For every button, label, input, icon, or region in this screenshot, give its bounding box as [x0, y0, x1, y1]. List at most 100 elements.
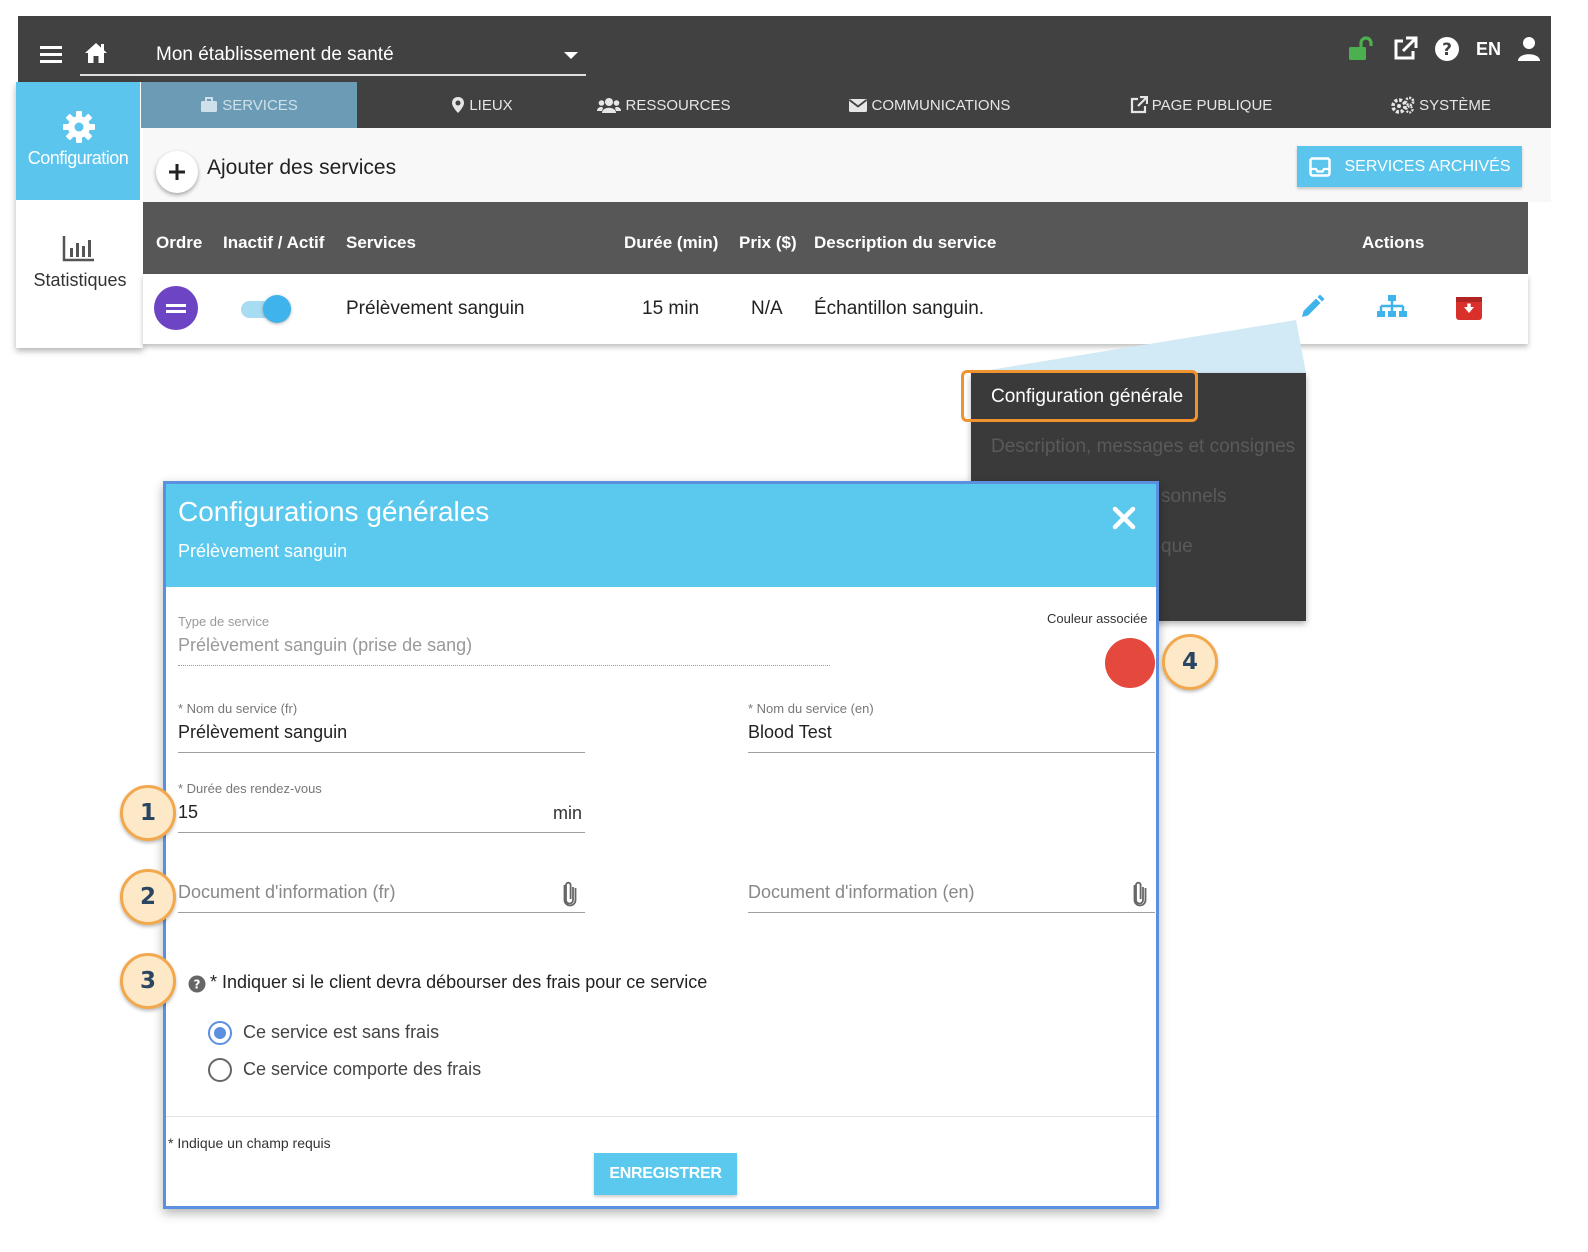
general-config-dialog: Configurations générales Prélèvement san… [163, 481, 1159, 1209]
header-description: Description du service [814, 233, 997, 252]
tab-ressources[interactable]: RESSOURCES [574, 82, 754, 128]
paperclip-icon[interactable] [562, 880, 578, 913]
question-circle-icon[interactable]: ? [188, 975, 206, 998]
gear-icon [62, 110, 96, 149]
tab-label: SERVICES [222, 96, 298, 114]
svg-text:?: ? [1442, 40, 1452, 60]
step-badge-1: 1 [120, 785, 176, 841]
services-table-header: Ordre Inactif / Actif Services Durée (mi… [143, 202, 1528, 274]
doc-en-underline [748, 912, 1155, 913]
chevron-down-icon [564, 52, 578, 59]
menu-item-personnels[interactable]: sonnels [1161, 486, 1227, 508]
name-fr-input[interactable]: Prélèvement sanguin [178, 722, 347, 743]
plus-icon [169, 164, 185, 180]
envelope-icon [848, 98, 867, 112]
color-label: Couleur associée [1047, 611, 1148, 626]
step-badge-2: 2 [120, 869, 176, 925]
tab-label: RESSOURCES [625, 96, 731, 114]
price-cell: N/A [751, 298, 783, 319]
paperclip-icon[interactable] [1132, 880, 1148, 913]
tab-systeme[interactable]: SYSTÈME [1351, 82, 1531, 128]
side-item-configuration[interactable]: Configuration [16, 82, 140, 200]
users-icon [597, 98, 622, 113]
duration-label: * Durée des rendez-vous [178, 781, 322, 796]
radio-sans-frais-label[interactable]: Ce service est sans frais [243, 1022, 439, 1043]
facility-name: Mon établissement de santé [156, 44, 394, 65]
tab-lieux[interactable]: LIEUX [357, 82, 607, 128]
header-duree: Durée (min) [624, 233, 719, 252]
header-actif: Inactif / Actif [223, 233, 325, 252]
service-type-label: Type de service [178, 614, 270, 629]
name-en-input[interactable]: Blood Test [748, 722, 832, 743]
name-fr-label: * Nom du service (fr) [178, 701, 298, 716]
tab-page-publique[interactable]: PAGE PUBLIQUE [1101, 82, 1301, 128]
map-marker-icon [452, 97, 465, 113]
tab-label: SYSTÈME [1419, 96, 1491, 114]
dialog-subtitle: Prélèvement sanguin [178, 541, 348, 561]
external-link-icon [1130, 96, 1148, 114]
active-toggle[interactable] [241, 295, 291, 323]
add-services-label: Ajouter des services [207, 156, 397, 179]
language-switch[interactable]: EN [1476, 39, 1501, 60]
doc-fr-input[interactable]: Document d'information (fr) [178, 882, 396, 903]
services-toolbar: Ajouter des services SERVICES ARCHIVÉS [143, 128, 1551, 202]
duration-underline [178, 832, 585, 833]
archived-services-button[interactable]: SERVICES ARCHIVÉS [1297, 146, 1522, 187]
dialog-title: Configurations générales [178, 496, 490, 527]
duration-cell: 15 min [642, 298, 700, 319]
radio-avec-frais-label[interactable]: Ce service comporte des frais [243, 1059, 481, 1080]
facility-select[interactable]: Mon établissement de santé [80, 34, 586, 76]
tab-services[interactable]: SERVICES [141, 82, 357, 128]
menu-item-description[interactable]: Description, messages et consignes [991, 436, 1295, 458]
menu-item-publique[interactable]: que [1161, 536, 1193, 558]
external-link-icon[interactable] [1392, 36, 1418, 62]
name-fr-underline [178, 752, 585, 753]
doc-fr-underline [178, 912, 585, 913]
side-item-label: Statistiques [33, 270, 127, 290]
user-icon[interactable] [1517, 36, 1541, 62]
side-panel: Configuration Statistiques [16, 82, 143, 348]
color-picker[interactable] [1105, 638, 1155, 688]
dialog-divider [166, 1116, 1156, 1117]
gears-icon [1391, 96, 1415, 114]
service-type-value: Prélèvement sanguin (prise de sang) [178, 635, 473, 655]
tab-communications[interactable]: COMMUNICATIONS [821, 82, 1037, 128]
hamburger-menu-icon[interactable] [40, 46, 62, 63]
header-actions: Actions [1362, 233, 1425, 252]
tab-label: LIEUX [469, 96, 513, 114]
duration-unit: min [553, 803, 583, 823]
side-item-statistiques[interactable]: Statistiques [16, 200, 140, 340]
help-icon[interactable]: ? [1434, 36, 1460, 62]
radio-sans-frais[interactable] [208, 1021, 232, 1045]
header-services: Services [346, 233, 416, 252]
highlight-box [961, 370, 1198, 422]
doc-en-input[interactable]: Document d'information (en) [748, 882, 975, 903]
bar-chart-icon [62, 234, 96, 267]
archived-services-label: SERVICES ARCHIVÉS [1344, 157, 1511, 175]
archive-icon[interactable] [1455, 294, 1483, 328]
header-ordre: Ordre [156, 233, 203, 252]
nav-tabs: SERVICES LIEUX RESSOURCES COMMUNICATIONS… [141, 82, 1551, 128]
unlock-icon[interactable] [1348, 36, 1376, 62]
archive-tray-icon [1308, 156, 1331, 177]
description-cell: Échantillon sanguin. [814, 298, 985, 319]
sitemap-icon[interactable] [1376, 294, 1408, 326]
radio-avec-frais[interactable] [208, 1058, 232, 1082]
step-badge-3: 3 [120, 953, 176, 1009]
tab-label: PAGE PUBLIQUE [1151, 96, 1273, 114]
name-en-underline [748, 752, 1155, 753]
dialog-header: Configurations générales Prélèvement san… [166, 484, 1156, 587]
service-type-underline [178, 665, 830, 666]
save-button[interactable]: ENREGISTRER [594, 1153, 737, 1195]
required-note: * Indique un champ requis [168, 1135, 331, 1151]
fee-question-label: * Indiquer si le client devra débourser … [210, 972, 708, 992]
briefcase-icon [201, 97, 218, 112]
add-service-button[interactable] [156, 151, 198, 193]
svg-text:?: ? [194, 978, 201, 992]
tab-label: COMMUNICATIONS [871, 96, 1011, 114]
name-en-label: * Nom du service (en) [748, 701, 874, 716]
close-icon[interactable] [1112, 506, 1136, 535]
header-prix: Prix ($) [739, 233, 797, 252]
duration-input[interactable]: 15 [178, 802, 198, 823]
reorder-handle[interactable] [154, 286, 198, 330]
